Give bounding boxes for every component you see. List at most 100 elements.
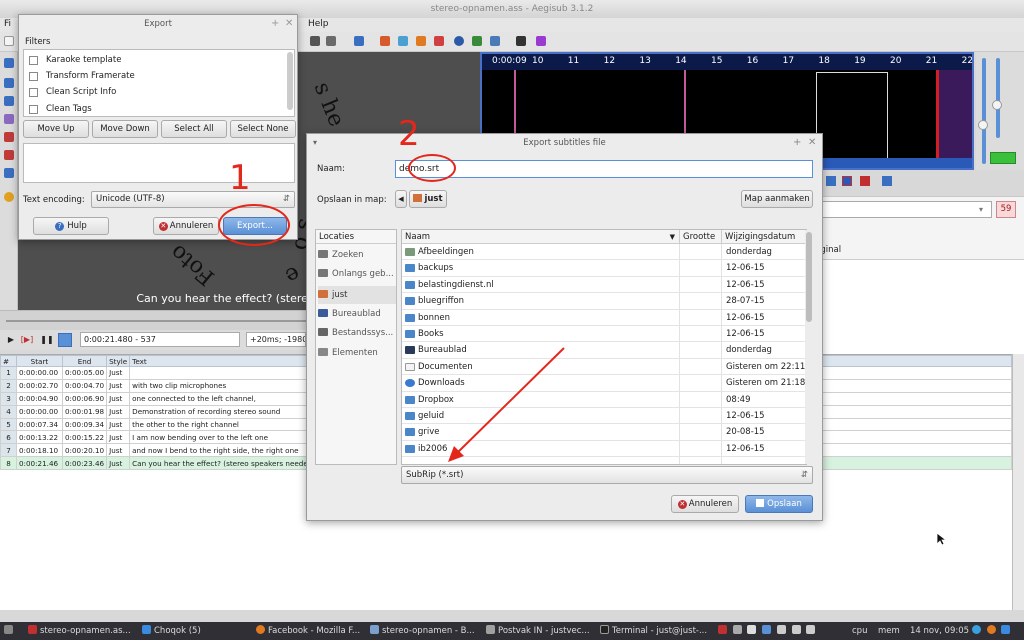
column-name[interactable]: Naam ▼ <box>402 230 680 244</box>
tool-icon[interactable] <box>4 58 14 68</box>
slider-handle[interactable] <box>978 120 988 130</box>
volume-slider[interactable] <box>996 58 1000 138</box>
audio-link-toggle[interactable] <box>990 152 1016 164</box>
play-line-icon[interactable]: [▶] <box>20 333 34 347</box>
menu-icon[interactable]: ▾ <box>313 138 317 147</box>
filter-item[interactable]: Clean Tags <box>24 102 284 117</box>
tool-icon[interactable] <box>860 176 870 186</box>
filter-item[interactable]: Clean Script Info <box>24 85 284 100</box>
places-item[interactable]: just <box>318 286 396 304</box>
back-arrow-icon[interactable]: ◀ <box>395 190 407 208</box>
taskbar-item[interactable]: Facebook - Mozilla F... <box>256 622 364 640</box>
filter-item[interactable]: Karaoke template <box>24 53 284 68</box>
grid-header-style[interactable]: Style <box>106 355 131 367</box>
close-icon[interactable]: ✕ <box>808 137 816 148</box>
menu-file[interactable]: Fi <box>4 19 11 29</box>
file-row[interactable]: backups 12-06-15 <box>402 260 806 277</box>
help-icon[interactable] <box>4 192 14 202</box>
filter-list-scrollbar[interactable] <box>287 52 293 110</box>
file-row[interactable]: bluegriffon 28-07-15 <box>402 293 806 310</box>
save-button[interactable]: Opslaan <box>745 495 813 513</box>
video-offset-field[interactable]: +20ms; -1980m <box>246 332 306 347</box>
select-all-button[interactable]: Select All <box>161 120 227 138</box>
help-button[interactable]: ? Hulp <box>33 217 109 235</box>
column-date[interactable]: Wijzigingsdatum <box>722 230 806 244</box>
move-up-button[interactable]: Move Up <box>23 120 89 138</box>
tool-icon[interactable] <box>4 114 14 124</box>
zoom-slider[interactable] <box>982 58 986 164</box>
places-item[interactable]: Bestandssys... <box>318 324 396 342</box>
file-row[interactable]: bonnen 12-06-15 <box>402 310 806 326</box>
filename-input[interactable]: demo.srt <box>395 160 813 178</box>
volume-icon[interactable] <box>791 625 801 634</box>
places-item[interactable]: Zoeken <box>318 246 396 264</box>
autoscroll-icon[interactable] <box>58 333 72 347</box>
tool-icon[interactable] <box>310 36 320 46</box>
grid-header-end[interactable]: End <box>61 355 108 367</box>
tool-icon[interactable] <box>398 36 408 46</box>
select-none-button[interactable]: Select None <box>230 120 296 138</box>
play-icon[interactable]: ▶ <box>4 333 18 347</box>
create-folder-button[interactable]: Map aanmaken <box>741 190 813 208</box>
filetype-select[interactable]: SubRip (*.srt) ⇵ <box>401 466 813 484</box>
places-item[interactable]: Bureaublad <box>318 305 396 323</box>
tray-icon[interactable] <box>718 625 727 634</box>
folder-path-button[interactable]: just <box>409 190 447 208</box>
tool-icon[interactable] <box>416 36 426 46</box>
column-size[interactable]: Grootte <box>680 230 722 244</box>
actor-field[interactable]: t <box>810 201 992 218</box>
tool-icon[interactable] <box>4 78 14 88</box>
filter-checkbox[interactable] <box>29 56 38 65</box>
cancel-button[interactable]: ✕ Annuleren <box>153 217 219 235</box>
file-row[interactable]: Afbeeldingen donderdag <box>402 244 806 261</box>
scrollbar-thumb[interactable] <box>806 232 812 322</box>
menu-help[interactable]: Help <box>308 19 329 29</box>
tool-icon[interactable] <box>826 176 836 186</box>
spectrum-icon[interactable] <box>842 176 852 186</box>
tray-icon[interactable] <box>747 625 757 634</box>
new-file-icon[interactable] <box>4 36 14 46</box>
file-list-scrollbar[interactable] <box>805 230 813 464</box>
pause-icon[interactable]: ❚❚ <box>40 333 54 347</box>
taskbar-item[interactable]: Choqok (5) <box>142 622 248 640</box>
taskbar-item[interactable]: Terminal - just@just-... <box>600 622 708 640</box>
close-icon[interactable]: ✕ <box>285 18 293 29</box>
taskbar-item[interactable]: Postvak IN - justvec... <box>486 622 594 640</box>
tool-icon[interactable] <box>354 36 364 46</box>
clock[interactable]: 14 nov, 09:05 <box>910 622 970 640</box>
tool-icon[interactable] <box>326 36 336 46</box>
tool-icon[interactable] <box>472 36 482 46</box>
menu-icon[interactable] <box>4 622 16 640</box>
taskbar-item[interactable]: stereo-opnamen.as... <box>28 622 136 640</box>
taskbar-item[interactable]: stereo-opnamen - B... <box>370 622 478 640</box>
tool-icon[interactable] <box>4 96 14 106</box>
maximize-icon[interactable]: + <box>793 137 801 148</box>
slider-handle[interactable] <box>992 100 1002 110</box>
grid-scrollbar[interactable] <box>1012 354 1024 610</box>
tool-icon[interactable] <box>434 36 444 46</box>
file-row[interactable]: Books 12-06-15 <box>402 326 806 343</box>
move-down-button[interactable]: Move Down <box>92 120 158 138</box>
battery-icon[interactable] <box>806 625 816 634</box>
tool-icon[interactable] <box>882 176 892 186</box>
grid-header-number[interactable]: # <box>0 355 17 367</box>
tool-icon[interactable] <box>536 36 546 46</box>
chevron-down-icon[interactable]: ▾ <box>972 202 990 217</box>
audio-selection[interactable] <box>816 72 888 160</box>
firefox-icon[interactable] <box>986 625 996 634</box>
dialog-cancel-button[interactable]: ✕ Annuleren <box>671 495 739 513</box>
filter-checkbox[interactable] <box>29 88 38 98</box>
network-icon[interactable] <box>776 625 786 634</box>
maximize-icon[interactable]: + <box>271 18 279 29</box>
tool-icon[interactable] <box>4 168 14 178</box>
video-time-field[interactable]: 0:00:21.480 - 537 <box>80 332 240 347</box>
hp-icon[interactable] <box>762 625 772 634</box>
grid-header-start[interactable]: Start <box>15 355 63 367</box>
filter-checkbox[interactable] <box>29 104 38 114</box>
tool-icon[interactable] <box>4 132 14 142</box>
tool-icon[interactable] <box>380 36 390 46</box>
tray-icon[interactable] <box>732 625 742 634</box>
bird-icon[interactable] <box>1001 625 1011 634</box>
filter-item[interactable]: Transform Framerate <box>24 69 284 84</box>
places-item[interactable]: Elementen <box>318 344 396 362</box>
